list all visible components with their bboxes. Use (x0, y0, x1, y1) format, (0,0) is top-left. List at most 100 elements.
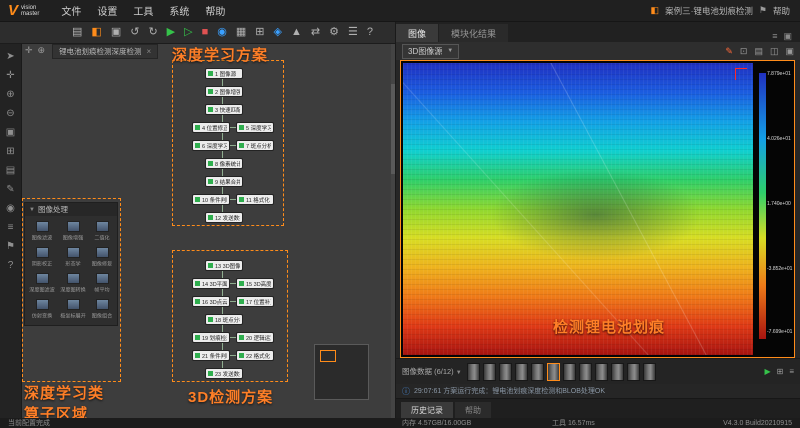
help-icon[interactable]: ? (8, 261, 14, 271)
flow-node[interactable]: 20 逻辑运算 (236, 332, 274, 343)
flow-node[interactable]: 4 位置修正 (192, 122, 230, 133)
list-icon[interactable]: ≡ (8, 223, 14, 233)
flow-canvas[interactable]: ✛ ⊕ 锂电池划痕检测深度检测 × 深度学习方案 3D检测方案 深度学习类 算子… (22, 44, 395, 418)
menu-tools[interactable]: 工具 (133, 3, 153, 18)
operator-item[interactable]: 形态学 (58, 245, 88, 270)
thumbnail[interactable] (578, 362, 592, 381)
play-icon[interactable]: ▶ (764, 367, 770, 376)
tab-help[interactable]: 帮助 (455, 402, 491, 418)
solution-tab[interactable]: 锂电池划痕检测深度检测 × (52, 44, 159, 59)
flow-node[interactable]: 2 图像增强 (205, 86, 243, 97)
flow-node[interactable]: 17 位置补正 (236, 296, 274, 307)
flow-node[interactable]: 3 快速匹配 (205, 104, 243, 115)
minimap[interactable] (314, 344, 369, 400)
compare-icon[interactable]: ◫ (770, 46, 779, 57)
flow-node[interactable]: 8 像素统计 (205, 158, 243, 169)
operator-item[interactable]: 仿射变换 (27, 297, 57, 322)
thumbnail[interactable] (610, 362, 624, 381)
flow-node[interactable]: 7 斑点分析 (236, 140, 274, 151)
run-icon[interactable]: ▶ (167, 27, 175, 38)
detach-icon[interactable]: ▣ (783, 31, 792, 42)
3d-view-icon[interactable]: ◈ (273, 27, 281, 38)
fit-icon[interactable]: ⊡ (740, 46, 748, 57)
flow-node[interactable]: 11 格式化 (236, 194, 274, 205)
tab-history[interactable]: 历史记录 (401, 402, 453, 418)
zoom-out-icon[interactable]: ⊖ (6, 109, 14, 119)
flag-icon[interactable]: ⚑ (6, 242, 15, 252)
thumbnail[interactable] (562, 362, 576, 381)
layers-icon[interactable]: ▤ (6, 166, 15, 176)
thumbnail[interactable] (482, 362, 496, 381)
minimap-viewport-rect[interactable] (320, 350, 336, 362)
flow-node[interactable]: 13 3D图像源 (205, 260, 243, 271)
flow-node[interactable]: 9 结果合并 (205, 176, 243, 187)
flow-node[interactable]: 10 条件判断 (192, 194, 230, 205)
thumbnail[interactable] (466, 362, 480, 381)
menu-icon[interactable]: ≡ (772, 31, 777, 42)
operator-item[interactable]: 深度图转换 (58, 271, 88, 296)
flow-node[interactable]: 6 深度学习分割 (192, 140, 230, 151)
settings-icon[interactable]: ⚙ (329, 27, 339, 38)
flow-node[interactable]: 14 3D平面拟合 (192, 278, 230, 289)
menu-system[interactable]: 系统 (169, 3, 189, 18)
list-view-icon[interactable]: ≡ (789, 367, 794, 376)
pan-icon[interactable]: ✛ (6, 71, 14, 81)
new-file-icon[interactable]: ▤ (72, 27, 82, 38)
menu-file[interactable]: 文件 (61, 3, 81, 18)
select-icon[interactable]: ➤ (6, 52, 14, 62)
tab-module-result[interactable]: 模块化结果 (439, 24, 509, 42)
flow-node[interactable]: 15 3D高度测量 (236, 278, 274, 289)
close-icon[interactable]: × (147, 47, 152, 56)
operator-item[interactable]: 图像增强 (58, 219, 88, 244)
3d-heightmap-image[interactable] (403, 63, 753, 355)
image-viewport[interactable]: 7.879e+01 4.026e+01 1.740e+00 -3.852e+01… (400, 60, 795, 358)
redo-icon[interactable]: ↻ (148, 27, 157, 38)
menu-help[interactable]: 帮助 (205, 3, 225, 18)
image-data-label[interactable]: 图像数据 (6/12) ▼ (402, 366, 462, 377)
thumbnail[interactable] (514, 362, 528, 381)
thumbnail[interactable] (642, 362, 656, 381)
operator-item[interactable]: 帧平均 (89, 271, 115, 296)
image-source-select[interactable]: 3D图像源 ▼ (402, 43, 460, 59)
flow-node[interactable]: 22 格式化 (236, 350, 274, 361)
thumbnail[interactable] (626, 362, 640, 381)
flow-node[interactable]: 19 划痕检测 (192, 332, 230, 343)
thumbnail-selected[interactable] (546, 362, 560, 381)
help-icon[interactable]: ? (367, 27, 373, 38)
canvas-pan-icon[interactable]: ✛ (25, 45, 33, 56)
layout-icon[interactable]: ☰ (348, 27, 358, 38)
bell-icon[interactable]: ⚑ (759, 5, 767, 16)
grid-view-icon[interactable]: ⊞ (777, 367, 784, 376)
layers-icon[interactable]: ▤ (754, 46, 763, 57)
operator-item[interactable]: 二值化 (89, 219, 115, 244)
flow-node[interactable]: 23 发送数据 (205, 368, 243, 379)
flow-node[interactable]: 1 图像源 (205, 68, 243, 79)
edit-icon[interactable]: ✎ (6, 185, 14, 195)
menu-settings[interactable]: 设置 (97, 3, 117, 18)
flow-node[interactable]: 5 深度学习训练 (236, 122, 274, 133)
module-icon[interactable]: ⊞ (255, 27, 264, 38)
run-once-icon[interactable]: ▷ (184, 27, 192, 38)
edit-icon[interactable]: ✎ (725, 46, 733, 57)
operator-panel-header[interactable]: ▼ 图像处理 (25, 203, 117, 216)
image-icon[interactable]: ▦ (236, 27, 246, 38)
operator-item[interactable]: 图像组合 (89, 297, 115, 322)
save-icon[interactable]: ▣ (111, 27, 121, 38)
flow-node[interactable]: 21 条件判断 (192, 350, 230, 361)
thumbnail[interactable] (498, 362, 512, 381)
thumbnail[interactable] (530, 362, 544, 381)
camera-icon[interactable]: ◉ (217, 27, 227, 38)
zoom-in-icon[interactable]: ⊕ (6, 90, 14, 100)
operator-item[interactable]: 图像滤波 (27, 219, 57, 244)
io-icon[interactable]: ⇄ (311, 27, 320, 38)
operator-item[interactable]: 图像修复 (89, 245, 115, 270)
project-name[interactable]: 案例三·锂电池划痕检测 (665, 5, 753, 17)
open-folder-icon[interactable]: ◧ (91, 27, 101, 38)
fullscreen-icon[interactable]: ▣ (785, 46, 794, 57)
tab-image[interactable]: 图像 (396, 24, 439, 42)
operator-item[interactable]: 阴影校正 (27, 245, 57, 270)
help-link[interactable]: 帮助 (773, 5, 790, 17)
thumbnail[interactable] (594, 362, 608, 381)
stop-icon[interactable]: ■ (202, 27, 209, 38)
grid-icon[interactable]: ⊞ (6, 147, 14, 157)
